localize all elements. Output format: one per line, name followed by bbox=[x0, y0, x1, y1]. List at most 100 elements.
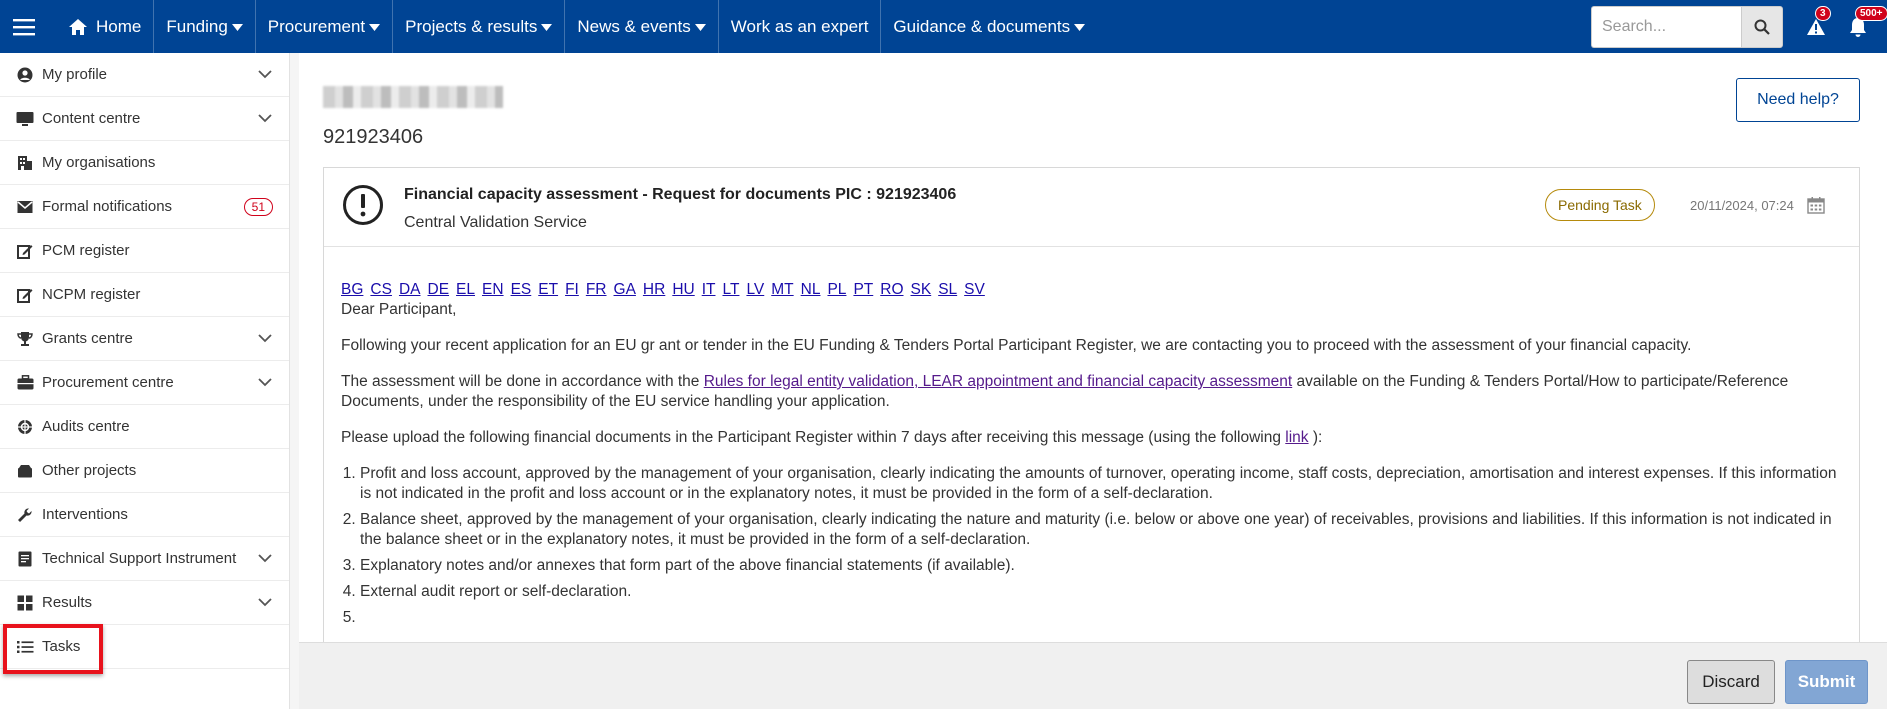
search-box bbox=[1591, 0, 1783, 53]
chevron-down-icon bbox=[258, 554, 272, 563]
sidebar-item-audits-centre[interactable]: Audits centre bbox=[0, 405, 289, 449]
nav-procurement[interactable]: Procurement bbox=[256, 0, 394, 53]
sidebar-item-interventions[interactable]: Interventions bbox=[0, 493, 289, 537]
envelope-icon bbox=[16, 198, 34, 216]
nav-funding[interactable]: Funding bbox=[154, 0, 256, 53]
submit-button[interactable]: Submit bbox=[1785, 660, 1868, 704]
menu-toggle-button[interactable] bbox=[0, 0, 48, 53]
notifications-button[interactable]: 500+ bbox=[1837, 0, 1887, 53]
search-button[interactable] bbox=[1741, 5, 1783, 48]
expand-toggle[interactable] bbox=[257, 378, 273, 387]
nav-label: Work as an expert bbox=[730, 16, 869, 36]
language-link-sk[interactable]: SK bbox=[911, 281, 932, 298]
sidebar-item-my-profile[interactable]: My profile bbox=[0, 53, 289, 97]
alerts-button[interactable]: 3 bbox=[1795, 0, 1837, 53]
language-link-pt[interactable]: PT bbox=[853, 281, 873, 298]
calendar-icon[interactable] bbox=[1807, 196, 1825, 214]
language-link-de[interactable]: DE bbox=[428, 281, 450, 298]
chevron-down-icon bbox=[258, 334, 272, 343]
discard-button[interactable]: Discard bbox=[1687, 660, 1775, 704]
chevron-down-icon bbox=[258, 598, 272, 607]
caret-wrapper bbox=[1074, 17, 1086, 37]
briefcase-icon bbox=[16, 374, 34, 392]
sidebar-item-label: PCM register bbox=[42, 242, 130, 259]
para2-text-start: The assessment will be done in accordanc… bbox=[341, 373, 704, 390]
sidebar-item-tasks[interactable]: Tasks bbox=[0, 625, 289, 669]
language-link-es[interactable]: ES bbox=[511, 281, 532, 298]
sidebar-item-label: Tasks bbox=[42, 638, 81, 655]
language-link-sv[interactable]: SV bbox=[964, 281, 985, 298]
grid-icon bbox=[16, 594, 34, 612]
nav-projects-results[interactable]: Projects & results bbox=[393, 0, 566, 53]
nav-guidance-documents[interactable]: Guidance & documents bbox=[881, 0, 1097, 53]
expand-toggle[interactable] bbox=[257, 70, 273, 79]
redacted-organisation-name bbox=[323, 86, 503, 108]
sidebar-item-label: Formal notifications bbox=[42, 198, 173, 215]
list-item bbox=[360, 608, 1842, 628]
sidebar-item-content-centre[interactable]: Content centre bbox=[0, 97, 289, 141]
sidebar-item-label: Procurement centre bbox=[42, 374, 174, 391]
language-link-el[interactable]: EL bbox=[456, 281, 475, 298]
language-link-lt[interactable]: LT bbox=[722, 281, 739, 298]
language-link-et[interactable]: ET bbox=[538, 281, 558, 298]
nav-label: Procurement bbox=[267, 16, 366, 36]
main-content: 921923406 Need help? Financial capacity … bbox=[299, 53, 1887, 647]
sidebar-item-results[interactable]: Results bbox=[0, 581, 289, 625]
sidebar-item-label: Other projects bbox=[42, 462, 137, 479]
notification-count-badge: 51 bbox=[243, 197, 273, 216]
sidebar-item-label: My profile bbox=[42, 66, 108, 83]
language-link-lv[interactable]: LV bbox=[746, 281, 764, 298]
expand-toggle[interactable] bbox=[257, 554, 273, 563]
language-link-en[interactable]: EN bbox=[482, 281, 504, 298]
search-icon bbox=[1754, 19, 1770, 35]
nav-news-events[interactable]: News & events bbox=[565, 0, 719, 53]
building-icon bbox=[16, 154, 34, 172]
nav-work-as-an-expert[interactable]: Work as an expert bbox=[719, 0, 882, 53]
language-link-fi[interactable]: FI bbox=[565, 281, 579, 298]
need-help-button[interactable]: Need help? bbox=[1736, 78, 1860, 122]
language-link-bg[interactable]: BG bbox=[341, 281, 363, 298]
sidebar-item-my-organisations[interactable]: My organisations bbox=[0, 141, 289, 185]
nav-label: Funding bbox=[166, 16, 228, 36]
search-input[interactable] bbox=[1591, 5, 1741, 48]
expand-toggle[interactable] bbox=[257, 114, 273, 123]
sidebar-item-pcm-register[interactable]: PCM register bbox=[0, 229, 289, 273]
language-link-pl[interactable]: PL bbox=[827, 281, 846, 298]
language-link-it[interactable]: IT bbox=[702, 281, 716, 298]
upload-link[interactable]: link bbox=[1285, 429, 1308, 446]
rules-link[interactable]: Rules for legal entity validation, LEAR … bbox=[704, 373, 1292, 390]
expand-toggle[interactable] bbox=[257, 334, 273, 343]
language-link-mt[interactable]: MT bbox=[771, 281, 793, 298]
exclamation-circle-icon bbox=[343, 185, 383, 225]
sidebar-item-formal-notifications[interactable]: Formal notifications 51 bbox=[0, 185, 289, 229]
language-link-ro[interactable]: RO bbox=[880, 281, 903, 298]
language-link-fr[interactable]: FR bbox=[586, 281, 607, 298]
list-item: Balance sheet, approved by the managemen… bbox=[360, 510, 1842, 550]
edit-icon bbox=[16, 242, 34, 260]
sidebar-item-grants-centre[interactable]: Grants centre bbox=[0, 317, 289, 361]
task-date: 20/11/2024, 07:24 bbox=[1690, 198, 1794, 213]
sidebar-item-other-projects[interactable]: Other projects bbox=[0, 449, 289, 493]
language-link-sl[interactable]: SL bbox=[938, 281, 957, 298]
nav-home[interactable]: Home bbox=[48, 0, 155, 53]
language-link-nl[interactable]: NL bbox=[801, 281, 821, 298]
sidebar-item-label: My organisations bbox=[42, 154, 156, 171]
para3-text-start: Please upload the following financial do… bbox=[341, 429, 1286, 446]
caret-wrapper bbox=[541, 17, 553, 37]
language-link-da[interactable]: DA bbox=[399, 281, 421, 298]
para3-text-end: ): bbox=[1308, 429, 1323, 446]
sidebar-item-label: Audits centre bbox=[42, 418, 130, 435]
sidebar-item-ncpm-register[interactable]: NCPM register bbox=[0, 273, 289, 317]
expand-toggle[interactable] bbox=[257, 598, 273, 607]
sidebar-item-procurement-centre[interactable]: Procurement centre bbox=[0, 361, 289, 405]
language-link-hu[interactable]: HU bbox=[672, 281, 694, 298]
task-subtitle: Central Validation Service bbox=[404, 214, 587, 231]
language-link-hr[interactable]: HR bbox=[643, 281, 665, 298]
caret-down-icon bbox=[369, 23, 381, 31]
language-link-ga[interactable]: GA bbox=[614, 281, 636, 298]
sidebar-item-label: Results bbox=[42, 594, 93, 611]
paragraph-intro: Following your recent application for an… bbox=[341, 337, 1692, 354]
caret-down-icon bbox=[541, 23, 553, 31]
sidebar-item-technical-support-instrument[interactable]: Technical Support Instrument bbox=[0, 537, 289, 581]
language-link-cs[interactable]: CS bbox=[370, 281, 392, 298]
